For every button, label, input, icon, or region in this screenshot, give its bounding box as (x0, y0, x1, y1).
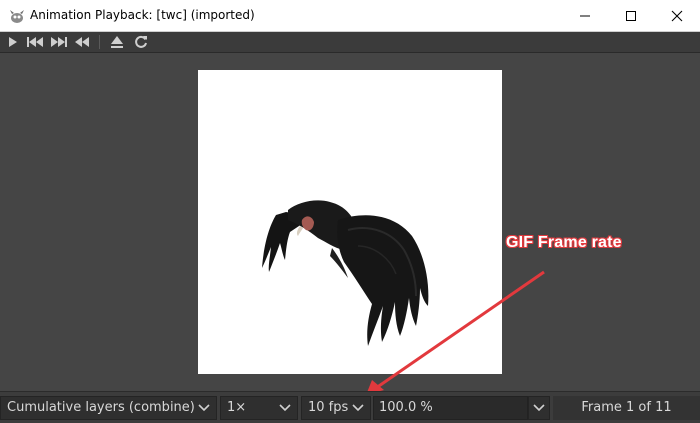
close-icon (671, 10, 683, 22)
gimp-icon (10, 10, 24, 23)
detach-button[interactable] (109, 34, 125, 50)
animation-frame[interactable] (198, 70, 502, 374)
reload-icon (135, 35, 147, 48)
rewind-to-start-button[interactable] (26, 34, 44, 50)
step-back-icon (75, 37, 89, 47)
zoom-value: 100.0 % (379, 400, 433, 415)
minimize-button[interactable] (562, 0, 608, 32)
skip-to-end-icon (51, 37, 67, 47)
zoom-input[interactable]: 100.0 % (373, 396, 528, 420)
detach-icon (111, 36, 123, 48)
chevron-down-icon (198, 404, 210, 412)
play-button[interactable] (6, 34, 20, 50)
maximize-button[interactable] (608, 0, 654, 32)
minimize-icon (580, 15, 590, 17)
step-back-button[interactable] (74, 34, 90, 50)
rewind-to-start-icon (27, 37, 43, 47)
zoom-dropdown-button[interactable] (528, 396, 550, 420)
title-bar: Animation Playback: [twc] (imported) (0, 0, 700, 32)
layer-mode-value: Cumulative layers (combine) (7, 400, 195, 415)
close-button[interactable] (654, 0, 700, 32)
chevron-down-icon (352, 404, 364, 412)
bird-image (262, 200, 429, 346)
playback-canvas-area (0, 53, 700, 391)
maximize-icon (626, 11, 636, 21)
fps-dropdown[interactable]: 10 fps (301, 396, 371, 420)
status-bar: Cumulative layers (combine) 1× 10 fps 10… (0, 391, 700, 423)
skip-to-end-button[interactable] (50, 34, 68, 50)
play-icon (9, 37, 17, 47)
annotation-label: GIF Frame rate (506, 234, 622, 251)
toolbar-separator (99, 35, 100, 49)
playback-toolbar (0, 32, 700, 53)
speed-dropdown[interactable]: 1× (220, 396, 298, 420)
chevron-down-icon (533, 404, 545, 412)
fps-value: 10 fps (308, 400, 349, 415)
window-title: Animation Playback: [twc] (imported) (30, 8, 255, 22)
frame-indicator: Frame 1 of 11 (553, 396, 700, 420)
speed-value: 1× (227, 400, 247, 415)
layer-mode-dropdown[interactable]: Cumulative layers (combine) (0, 396, 217, 420)
reload-button[interactable] (133, 34, 149, 50)
chevron-down-icon (279, 404, 291, 412)
